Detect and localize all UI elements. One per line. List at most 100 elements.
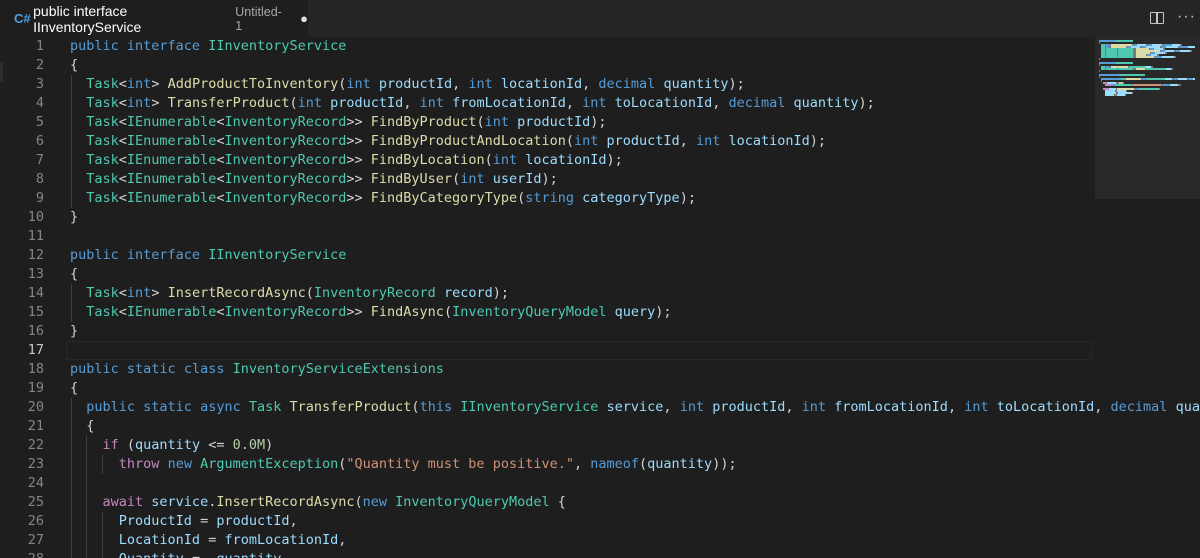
code-line[interactable]: 27 LocationId = fromLocationId, [0, 531, 1095, 550]
code-line[interactable]: 20 public static async Task TransferProd… [0, 398, 1095, 417]
code-token [70, 114, 86, 130]
code-token: FindByUser [371, 171, 452, 187]
line-number: 27 [0, 531, 44, 550]
code-line[interactable]: 1public interface IInventoryService [0, 37, 1095, 56]
editor-tab[interactable]: C# public interface IInventoryService Un… [0, 0, 308, 37]
code-token: int [964, 399, 997, 415]
split-editor-icon[interactable] [1150, 12, 1164, 24]
minimap[interactable] [1095, 37, 1200, 558]
code-token: > [151, 285, 167, 301]
code-line[interactable]: 25 await service.InsertRecordAsync(new I… [0, 493, 1095, 512]
code-text: { [70, 379, 78, 398]
code-token [70, 95, 86, 111]
code-token: , [403, 95, 419, 111]
code-line[interactable]: 14 Task<int> InsertRecordAsync(Inventory… [0, 284, 1095, 303]
code-line[interactable]: 8 Task<IEnumerable<InventoryRecord>> Fin… [0, 170, 1095, 189]
minimap-token [1180, 50, 1190, 52]
code-text: throw new ArgumentException("Quantity mu… [70, 455, 737, 474]
code-line[interactable]: 16} [0, 322, 1095, 341]
code-line[interactable]: 22 if (quantity <= 0.0M) [0, 436, 1095, 455]
code-token: } [70, 323, 78, 339]
minimap-token [1099, 70, 1100, 72]
code-token: IEnumerable [127, 304, 216, 320]
code-editor[interactable]: 1public interface IInventoryService2{3 T… [0, 37, 1200, 558]
code-token: interface [127, 247, 208, 263]
more-actions-icon[interactable]: ··· [1177, 8, 1196, 26]
code-line[interactable]: 9 Task<IEnumerable<InventoryRecord>> Fin… [0, 189, 1095, 208]
code-token: InventoryRecord [224, 152, 346, 168]
code-token: ( [444, 304, 452, 320]
code-token: FindByProductAndLocation [371, 133, 566, 149]
minimap-token [1099, 42, 1100, 44]
code-text: Task<IEnumerable<InventoryRecord>> FindB… [70, 132, 826, 151]
minimap-token [1099, 40, 1106, 42]
code-token: new [363, 494, 396, 510]
code-token: quantity [647, 456, 712, 472]
indent-guide [71, 284, 72, 322]
code-token: >> [346, 114, 370, 130]
code-token [70, 456, 119, 472]
code-token: InventoryRecord [224, 171, 346, 187]
minimap-token [1119, 74, 1145, 76]
code-line[interactable]: 15 Task<IEnumerable<InventoryRecord>> Fi… [0, 303, 1095, 322]
unsaved-dot-icon[interactable]: ● [300, 11, 308, 26]
code-token: fromLocationId [452, 95, 566, 111]
code-token: await [103, 494, 152, 510]
code-line[interactable]: 28 Quantity = -quantity, [0, 550, 1095, 558]
code-token: public [70, 38, 127, 54]
line-number: 26 [0, 512, 44, 531]
line-number: 23 [0, 455, 44, 474]
code-line[interactable]: 11 [0, 227, 1095, 246]
code-text: { [70, 265, 78, 284]
code-line[interactable]: 21 { [0, 417, 1095, 436]
line-number: 6 [0, 132, 44, 151]
code-token: this [420, 399, 461, 415]
code-token: LocationId [119, 532, 208, 548]
code-line[interactable]: 5 Task<IEnumerable<InventoryRecord>> Fin… [0, 113, 1095, 132]
code-line[interactable]: 3 Task<int> AddProductToInventory(int pr… [0, 75, 1095, 94]
code-line[interactable]: 10} [0, 208, 1095, 227]
code-token: ( [639, 456, 647, 472]
code-token: ( [290, 95, 298, 111]
code-token: "Quantity must be positive." [346, 456, 574, 472]
code-line[interactable]: 24 [0, 474, 1095, 493]
code-token: FindByLocation [371, 152, 485, 168]
code-token: IEnumerable [127, 171, 216, 187]
code-token: public [70, 247, 127, 263]
code-line[interactable]: 12public interface IInventoryService [0, 246, 1095, 265]
code-line[interactable]: 26 ProductId = productId, [0, 512, 1095, 531]
code-token: = - [192, 551, 216, 558]
code-token: int [493, 152, 526, 168]
minimap-token [1165, 52, 1167, 54]
code-token: categoryType [582, 190, 680, 206]
code-line[interactable]: 4 Task<int> TransferProduct(int productI… [0, 94, 1095, 113]
code-line[interactable]: 2{ [0, 56, 1095, 75]
code-line[interactable]: 17 [0, 341, 1095, 360]
code-line[interactable]: 18public static class InventoryServiceEx… [0, 360, 1095, 379]
minimap-token [1106, 62, 1116, 64]
code-token: InsertRecordAsync [168, 285, 306, 301]
code-token: InventoryRecord [224, 114, 346, 130]
code-token: >> [346, 190, 370, 206]
minimap-token [1118, 56, 1133, 58]
code-token: TransferProduct [168, 95, 290, 111]
code-token: InventoryRecord [224, 133, 346, 149]
code-token: < [119, 152, 127, 168]
code-line[interactable]: 19{ [0, 379, 1095, 398]
code-token: quantity [794, 95, 859, 111]
code-token: > [151, 76, 167, 92]
code-token: ); [680, 190, 696, 206]
minimap-token [1171, 68, 1173, 70]
code-token: decimal [728, 95, 793, 111]
code-token: 0.0M [233, 437, 266, 453]
code-line[interactable]: 13{ [0, 265, 1095, 284]
code-line[interactable]: 7 Task<IEnumerable<InventoryRecord>> Fin… [0, 151, 1095, 170]
minimap-token [1155, 56, 1162, 58]
minimap-token [1106, 56, 1117, 58]
indent-guide [102, 455, 103, 474]
code-line[interactable]: 23 throw new ArgumentException("Quantity… [0, 455, 1095, 474]
code-token: int [680, 399, 713, 415]
code-line[interactable]: 6 Task<IEnumerable<InventoryRecord>> Fin… [0, 132, 1095, 151]
code-token: ) [265, 437, 273, 453]
line-number: 25 [0, 493, 44, 512]
